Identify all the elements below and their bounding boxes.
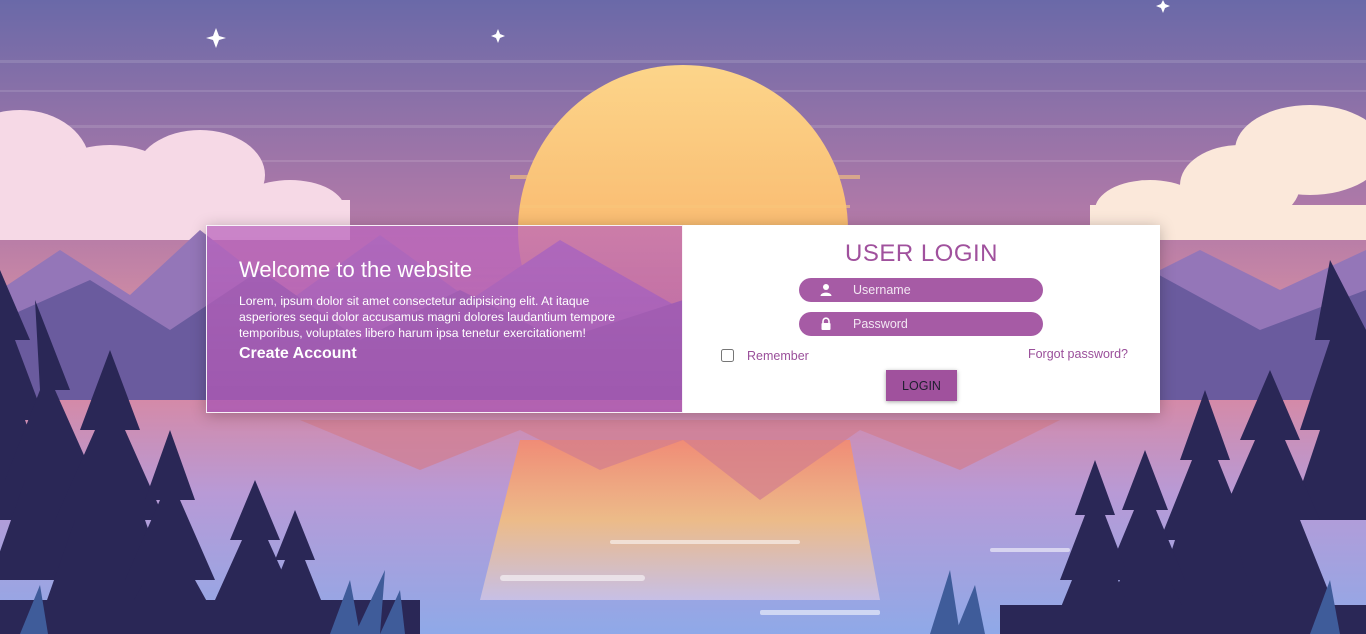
password-input[interactable] [853,314,1033,334]
forgot-password-link[interactable]: Forgot password? [1028,347,1128,361]
username-field [799,278,1043,302]
remember-checkbox[interactable] [721,349,734,363]
login-panel: USER LOGIN Remember Forgot password? LOG… [683,225,1160,413]
lock-icon [821,317,831,330]
login-title: USER LOGIN [844,240,999,267]
create-account-link[interactable]: Create Account [239,345,357,363]
login-button[interactable]: LOGIN [886,370,957,401]
welcome-title: Welcome to the website [239,257,473,282]
remember-checkbox-wrap [721,347,734,365]
login-card: Welcome to the website Lorem, ipsum dolo… [206,225,1160,413]
remember-label[interactable]: Remember [747,349,809,363]
welcome-panel: Welcome to the website Lorem, ipsum dolo… [206,225,683,413]
user-icon [820,284,832,296]
password-field [799,312,1043,336]
username-input[interactable] [853,280,1033,300]
welcome-text: Lorem, ipsum dolor sit amet consectetur … [239,294,615,340]
